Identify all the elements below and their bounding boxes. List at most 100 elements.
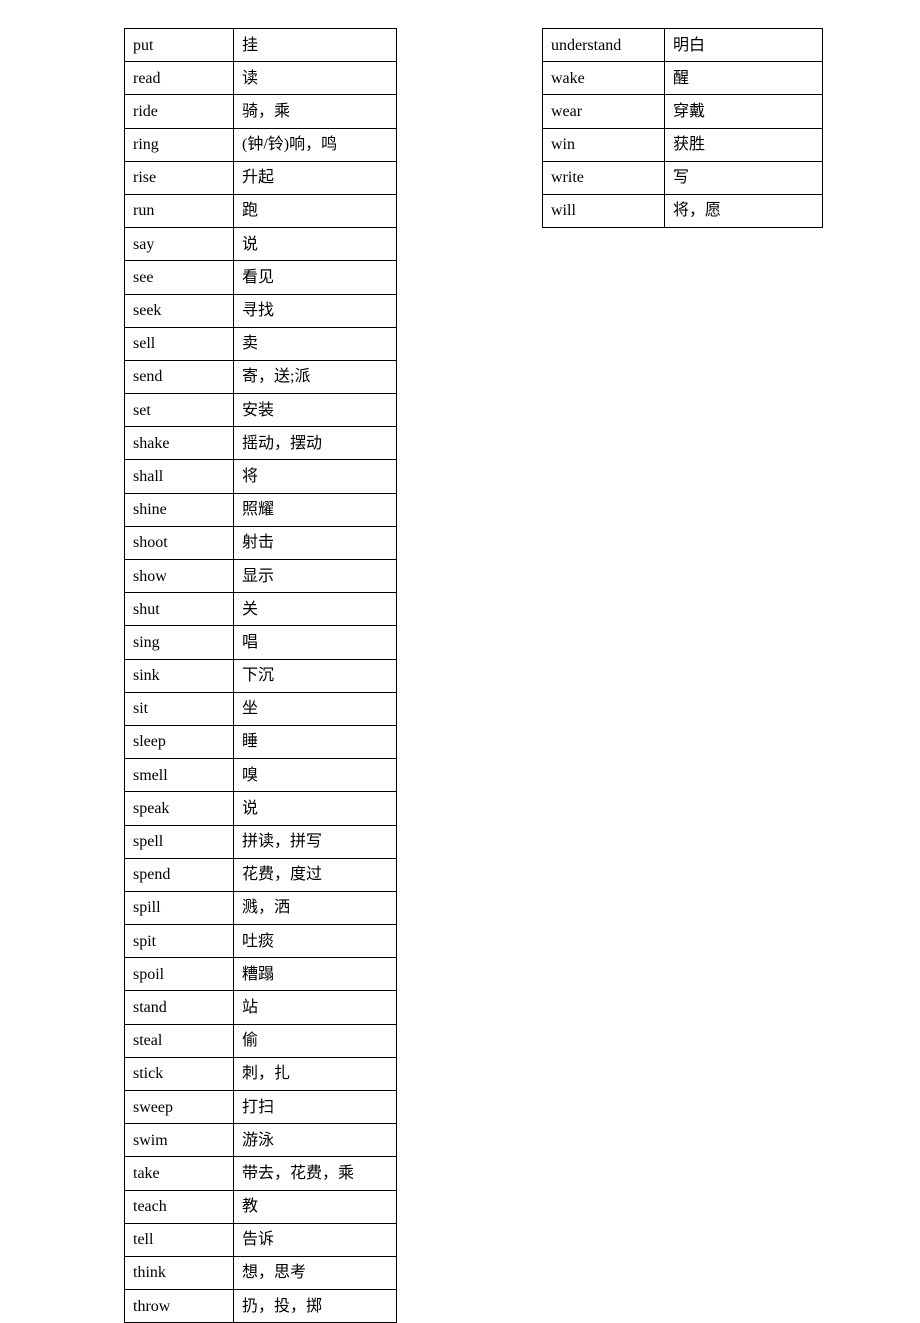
english-cell: shall	[125, 460, 234, 493]
table-row: spell拼读，拼写	[125, 825, 397, 858]
english-cell: sink	[125, 659, 234, 692]
table-row: speak说	[125, 792, 397, 825]
chinese-cell: 卖	[234, 327, 397, 360]
table-row: sit坐	[125, 692, 397, 725]
english-cell: understand	[543, 29, 665, 62]
english-cell: spoil	[125, 958, 234, 991]
chinese-cell: 想，思考	[234, 1256, 397, 1289]
table-row: sleep睡	[125, 725, 397, 758]
english-cell: spend	[125, 858, 234, 891]
english-cell: sleep	[125, 725, 234, 758]
english-cell: stick	[125, 1057, 234, 1090]
chinese-cell: 寄，送;派	[234, 360, 397, 393]
english-cell: run	[125, 194, 234, 227]
chinese-cell: 告诉	[234, 1223, 397, 1256]
english-cell: throw	[125, 1290, 234, 1323]
english-cell: show	[125, 560, 234, 593]
table-row: shall将	[125, 460, 397, 493]
table-row: say说	[125, 228, 397, 261]
english-cell: write	[543, 161, 665, 194]
chinese-cell: 获胜	[665, 128, 823, 161]
chinese-cell: 将，愿	[665, 194, 823, 227]
chinese-cell: 花费，度过	[234, 858, 397, 891]
table-row: will将，愿	[543, 194, 823, 227]
table-row: put挂	[125, 29, 397, 62]
chinese-cell: 说	[234, 792, 397, 825]
english-cell: rise	[125, 161, 234, 194]
english-cell: tell	[125, 1223, 234, 1256]
chinese-cell: 带去，花费，乘	[234, 1157, 397, 1190]
english-cell: steal	[125, 1024, 234, 1057]
table-row: wake醒	[543, 62, 823, 95]
table-row: think想，思考	[125, 1256, 397, 1289]
table-row: shine照耀	[125, 493, 397, 526]
table-row: take带去，花费，乘	[125, 1157, 397, 1190]
english-cell: sing	[125, 626, 234, 659]
english-cell: shoot	[125, 526, 234, 559]
chinese-cell: 摇动，摆动	[234, 427, 397, 460]
table-row: tell告诉	[125, 1223, 397, 1256]
table-row: steal偷	[125, 1024, 397, 1057]
table-row: sweep打扫	[125, 1091, 397, 1124]
table-row: sink下沉	[125, 659, 397, 692]
chinese-cell: 升起	[234, 161, 397, 194]
chinese-cell: 吐痰	[234, 925, 397, 958]
table-row: write写	[543, 161, 823, 194]
table-row: read读	[125, 62, 397, 95]
english-cell: sit	[125, 692, 234, 725]
table-row: spill溅，洒	[125, 891, 397, 924]
vocab-table-left: put挂read读ride骑，乘ring(钟/铃)响，鸣rise升起run跑sa…	[124, 28, 397, 1323]
chinese-cell: 跑	[234, 194, 397, 227]
table-row: throw扔，投，掷	[125, 1290, 397, 1323]
english-cell: smell	[125, 759, 234, 792]
chinese-cell: 醒	[665, 62, 823, 95]
chinese-cell: 关	[234, 593, 397, 626]
english-cell: shut	[125, 593, 234, 626]
english-cell: set	[125, 394, 234, 427]
english-cell: teach	[125, 1190, 234, 1223]
chinese-cell: 教	[234, 1190, 397, 1223]
english-cell: say	[125, 228, 234, 261]
table-row: ride骑，乘	[125, 95, 397, 128]
english-cell: sweep	[125, 1091, 234, 1124]
english-cell: seek	[125, 294, 234, 327]
table-row: see看见	[125, 261, 397, 294]
table-row: smell嗅	[125, 759, 397, 792]
table-row: swim游泳	[125, 1124, 397, 1157]
english-cell: speak	[125, 792, 234, 825]
chinese-cell: 安装	[234, 394, 397, 427]
table-row: teach教	[125, 1190, 397, 1223]
chinese-cell: 写	[665, 161, 823, 194]
english-cell: spell	[125, 825, 234, 858]
english-cell: shake	[125, 427, 234, 460]
english-cell: wear	[543, 95, 665, 128]
english-cell: swim	[125, 1124, 234, 1157]
chinese-cell: 打扫	[234, 1091, 397, 1124]
table-row: shut关	[125, 593, 397, 626]
table-row: understand明白	[543, 29, 823, 62]
table-row: wear穿戴	[543, 95, 823, 128]
chinese-cell: 下沉	[234, 659, 397, 692]
chinese-cell: 寻找	[234, 294, 397, 327]
table-row: run跑	[125, 194, 397, 227]
english-cell: take	[125, 1157, 234, 1190]
chinese-cell: 挂	[234, 29, 397, 62]
table-row: rise升起	[125, 161, 397, 194]
english-cell: ring	[125, 128, 234, 161]
chinese-cell: 溅，洒	[234, 891, 397, 924]
english-cell: will	[543, 194, 665, 227]
chinese-cell: 骑，乘	[234, 95, 397, 128]
table-row: shake摇动，摆动	[125, 427, 397, 460]
table-row: set安装	[125, 394, 397, 427]
left-column: put挂read读ride骑，乘ring(钟/铃)响，鸣rise升起run跑sa…	[124, 28, 397, 1323]
chinese-cell: (钟/铃)响，鸣	[234, 128, 397, 161]
table-row: show显示	[125, 560, 397, 593]
table-row: seek寻找	[125, 294, 397, 327]
table-row: sell卖	[125, 327, 397, 360]
english-cell: sell	[125, 327, 234, 360]
table-row: win获胜	[543, 128, 823, 161]
chinese-cell: 拼读，拼写	[234, 825, 397, 858]
chinese-cell: 显示	[234, 560, 397, 593]
chinese-cell: 坐	[234, 692, 397, 725]
chinese-cell: 看见	[234, 261, 397, 294]
